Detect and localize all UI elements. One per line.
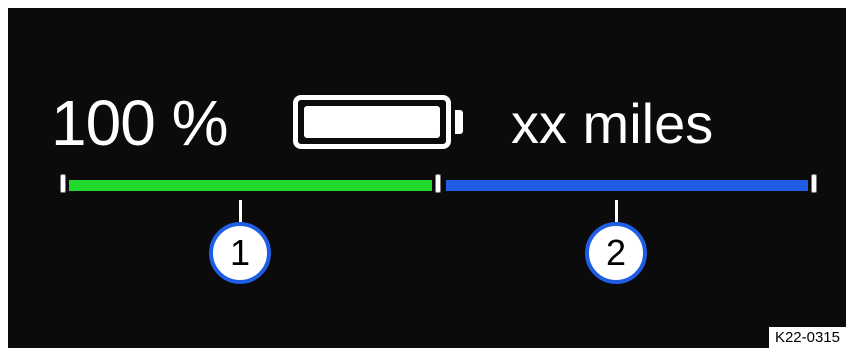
figure-reference-code: K22-0315 <box>768 327 846 348</box>
callout-1: 1 <box>209 222 271 284</box>
callout-2: 2 <box>585 222 647 284</box>
range-bar <box>446 180 808 191</box>
bar-middle-marker <box>435 174 441 193</box>
state-of-charge-readout: 100 % <box>51 87 228 159</box>
charge-level-bar <box>69 180 432 191</box>
bar-right-end-marker <box>811 174 817 193</box>
battery-terminal <box>455 110 463 134</box>
callout-1-leader-line <box>239 200 242 222</box>
range-readout: xx miles <box>511 92 714 155</box>
battery-icon <box>293 95 451 149</box>
bar-left-end-marker <box>60 174 66 193</box>
battery-fill <box>304 106 440 138</box>
callout-2-leader-line <box>615 200 618 222</box>
instrument-display: 100 % xx miles 1 2 <box>8 8 846 348</box>
